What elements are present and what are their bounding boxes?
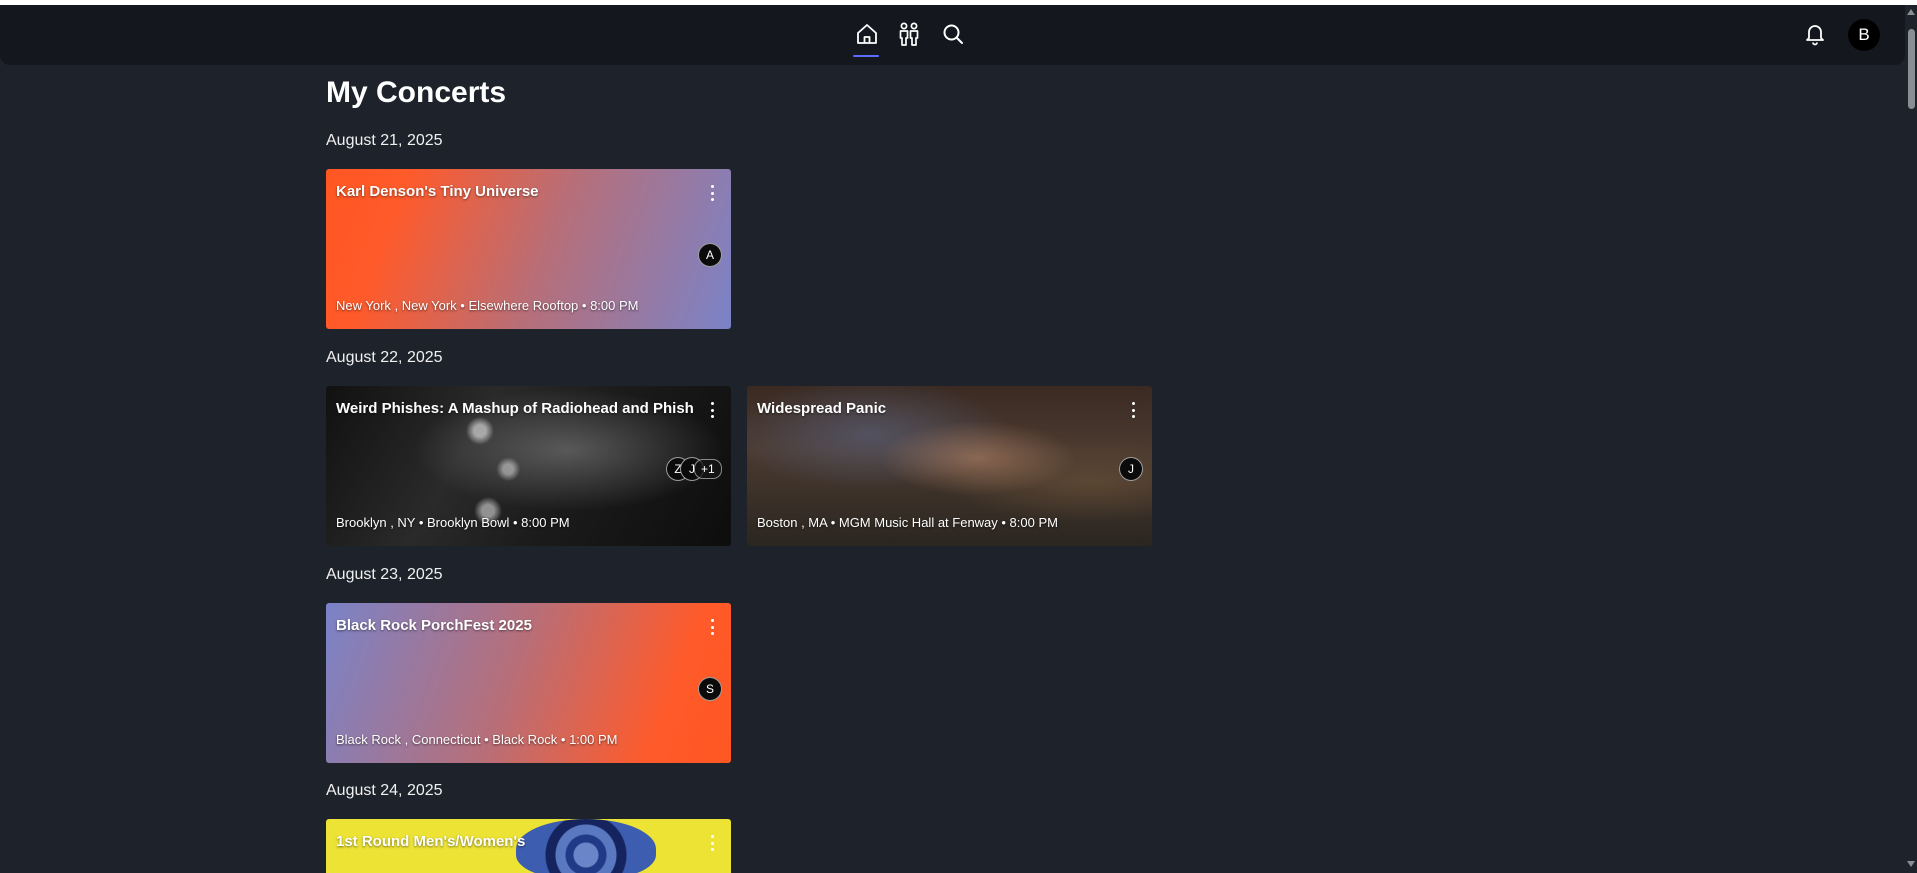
date-heading: August 24, 2025: [326, 782, 443, 799]
concert-card[interactable]: 1st Round Men's/Women's: [326, 819, 731, 873]
attendee-avatar: A: [698, 243, 722, 267]
home-active-indicator: [853, 55, 879, 57]
concert-card[interactable]: Black Rock PorchFest 2025 S Black Rock ,…: [326, 603, 731, 763]
date-heading: August 23, 2025: [326, 566, 443, 583]
concert-meta: Boston , MA • MGM Music Hall at Fenway •…: [757, 515, 1058, 530]
more-attendees-badge: +1: [694, 459, 722, 479]
concert-title: Weird Phishes: A Mashup of Radiohead and…: [336, 400, 694, 417]
concert-card[interactable]: Karl Denson's Tiny Universe A New York ,…: [326, 169, 731, 329]
date-heading: August 22, 2025: [326, 349, 443, 366]
search-icon[interactable]: [937, 18, 969, 50]
concert-title: Karl Denson's Tiny Universe: [336, 183, 539, 200]
concert-card[interactable]: Widespread Panic J Boston , MA • MGM Mus…: [747, 386, 1152, 546]
concert-title: 1st Round Men's/Women's: [336, 833, 526, 850]
scroll-thumb[interactable]: [1908, 29, 1915, 109]
friends-icon[interactable]: [893, 18, 925, 50]
more-options-icon[interactable]: [709, 402, 715, 418]
home-icon[interactable]: [851, 18, 883, 50]
concert-title: Black Rock PorchFest 2025: [336, 617, 532, 634]
scroll-up-arrow[interactable]: [1907, 9, 1915, 15]
concert-meta: Brooklyn , NY • Brooklyn Bowl • 8:00 PM: [336, 515, 570, 530]
page-scrollbar[interactable]: [1905, 5, 1917, 873]
top-navbar: B: [0, 5, 1905, 65]
bell-icon[interactable]: [1799, 18, 1831, 50]
attendee-avatar: J: [1119, 457, 1143, 481]
more-options-icon[interactable]: [709, 835, 715, 851]
more-options-icon[interactable]: [1130, 402, 1136, 418]
page-title: My Concerts: [326, 76, 507, 109]
concert-card[interactable]: Weird Phishes: A Mashup of Radiohead and…: [326, 386, 731, 546]
date-heading: August 21, 2025: [326, 132, 443, 149]
poster-artwork: [516, 819, 656, 873]
attendee-avatar: S: [698, 677, 722, 701]
user-avatar[interactable]: B: [1848, 19, 1880, 51]
concert-meta: Black Rock , Connecticut • Black Rock • …: [336, 732, 618, 747]
concert-meta: New York , New York • Elsewhere Rooftop …: [336, 298, 639, 313]
scroll-down-arrow[interactable]: [1907, 861, 1915, 867]
more-options-icon[interactable]: [709, 185, 715, 201]
concert-title: Widespread Panic: [757, 400, 887, 417]
more-options-icon[interactable]: [709, 619, 715, 635]
